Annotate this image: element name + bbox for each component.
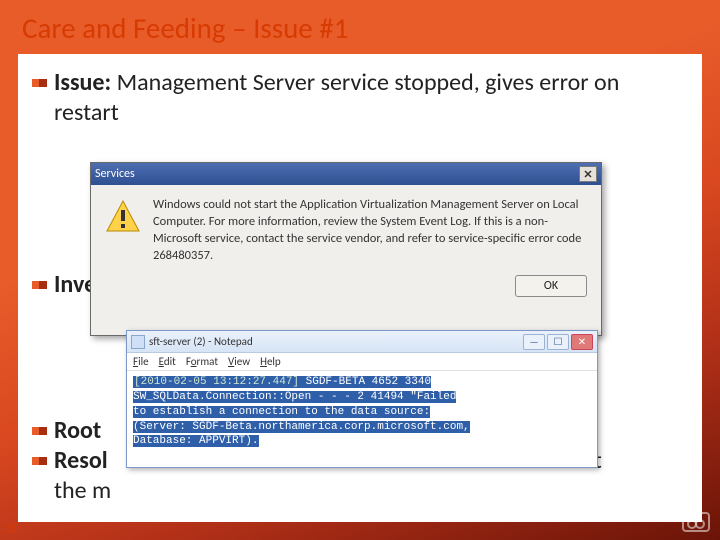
page-number: 22 [4,522,16,536]
log-ts: [2010-02-05 13:12:27.447] [134,376,299,388]
maximize-icon[interactable]: ☐ [547,334,569,350]
dialog-button-row: OK [91,271,601,307]
menu-edit[interactable]: Edit [159,355,176,368]
notepad-icon [131,335,145,349]
menu-view[interactable]: View [228,355,250,368]
window-buttons: — ☐ ✕ [523,334,593,350]
bullet-icon [32,424,48,440]
bullet-issue: Issue: Management Server service stopped… [32,68,682,128]
root-label: Root [54,416,101,446]
corner-motif [638,490,710,532]
notepad-menu[interactable]: File Edit Format View Help [127,353,597,371]
notepad-window: sft-server (2) - Notepad — ☐ ✕ File Edit… [126,330,598,468]
lightbulb-icon [660,490,682,512]
resol-label: Resol [54,446,108,475]
services-dialog: Services ✕ Windows could not start the A… [90,162,602,336]
dialog-title: Services [95,167,135,181]
close-icon[interactable]: ✕ [571,334,593,350]
bullet-issue-text: Issue: Management Server service stopped… [54,68,682,128]
slide-title: Care and Feeding – Issue #1 [22,10,348,46]
menu-help[interactable]: Help [260,355,281,368]
log-l5: Database: APPVIRT). [133,435,258,447]
notepad-body[interactable]: [2010-02-05 13:12:27.447] SGDF-BETA 4652… [127,371,597,453]
dialog-message: Windows could not start the Application … [153,197,587,265]
issue-label: Issue: [54,68,111,97]
notepad-title: sft-server (2) - Notepad [149,335,253,348]
notepad-title-left: sft-server (2) - Notepad [131,335,253,349]
bullet-root: Root [32,416,101,446]
cassette-icon [682,512,710,532]
log-l4: (Server: SGDF-Beta.northamerica.corp.mic… [133,421,470,433]
menu-file[interactable]: File [133,355,149,368]
bullet-icon [32,278,48,294]
notepad-titlebar[interactable]: sft-server (2) - Notepad — ☐ ✕ [127,331,597,353]
dialog-titlebar[interactable]: Services ✕ [91,163,601,185]
warning-icon [105,199,141,235]
ok-button[interactable]: OK [515,275,587,297]
log-l2: SW_SQLData.Connection::Open - - - 2 4149… [133,391,456,403]
dialog-body: Windows could not start the Application … [91,185,601,271]
log-l1-rest: SGDF-BETA 4652 3340 [299,376,431,388]
menu-format[interactable]: Format [186,355,218,368]
bullet-icon [32,454,48,470]
minimize-icon[interactable]: — [523,334,545,350]
log-l3: to establish a connection to the data so… [133,406,430,418]
resol-tail-2: the m [54,476,111,505]
issue-body: Management Server service stopped, gives… [54,68,619,127]
slide: Care and Feeding – Issue #1 Issue: Manag… [0,0,720,540]
bullet-icon [32,76,48,92]
close-icon[interactable]: ✕ [579,166,597,182]
